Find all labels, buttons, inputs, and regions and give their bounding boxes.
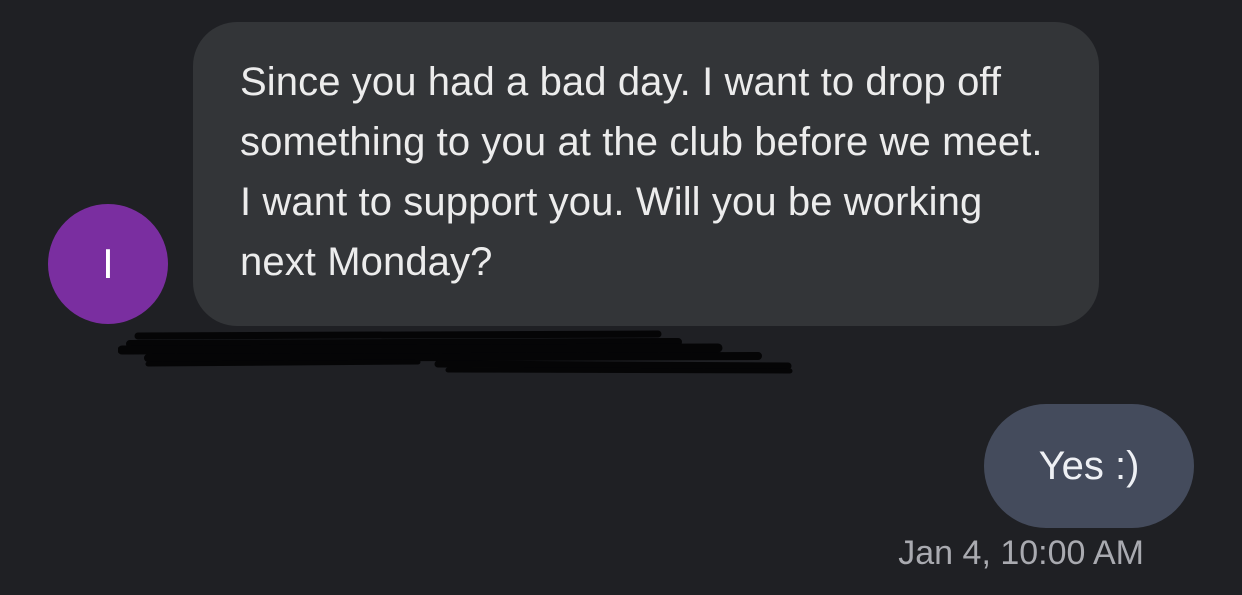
outgoing-message-bubble[interactable]: Yes :) — [984, 404, 1194, 528]
contact-avatar[interactable]: I — [48, 204, 168, 324]
redaction-scribble — [118, 330, 793, 374]
avatar-initial: I — [102, 240, 114, 287]
outgoing-message-text: Yes :) — [1038, 443, 1140, 488]
incoming-message-text: Since you had a bad day. I want to drop … — [240, 60, 1043, 284]
message-thread: I Since you had a bad day. I want to dro… — [0, 0, 1242, 595]
message-timestamp: Jan 4, 10:00 AM — [898, 534, 1144, 572]
incoming-message-bubble[interactable]: Since you had a bad day. I want to drop … — [193, 22, 1099, 326]
